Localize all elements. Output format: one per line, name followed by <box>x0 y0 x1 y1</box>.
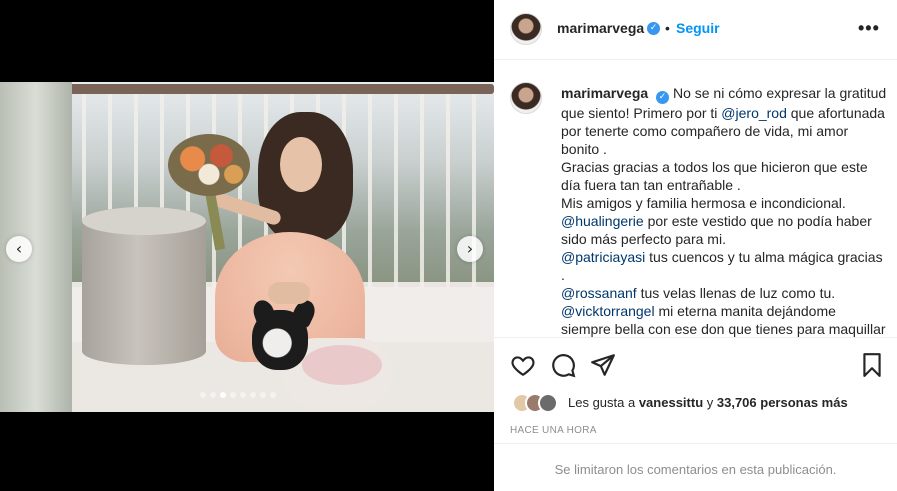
verified-badge-icon: ✓ <box>647 22 660 35</box>
comments-limited-notice: Se limitaron los comentarios en esta pub… <box>494 443 897 491</box>
carousel-dot <box>210 392 216 398</box>
author-avatar[interactable] <box>510 13 542 45</box>
verified-badge-icon: ✓ <box>656 91 670 104</box>
comment-button[interactable] <box>550 352 576 378</box>
likes-prefix: Les gusta a <box>568 395 639 410</box>
caption-text: Gracias gracias a todos los que hicieron… <box>561 159 868 193</box>
chevron-right-icon: › <box>466 239 474 258</box>
likes-conjunction: y <box>703 395 717 410</box>
photo-bouquet <box>168 134 250 196</box>
follow-button[interactable]: Seguir <box>676 20 720 36</box>
carousel-prev-button[interactable]: ‹ <box>6 236 32 262</box>
post-caption: marimarvega ✓ No se ni cómo expresar la … <box>561 84 889 337</box>
photo-balcony-rail <box>55 84 494 94</box>
mention-link[interactable]: @rossananf <box>561 285 637 301</box>
liker-avatars[interactable] <box>512 393 560 413</box>
chevron-left-icon: ‹ <box>15 239 23 258</box>
mention-link[interactable]: @hualingerie <box>561 213 644 229</box>
save-button[interactable] <box>859 352 885 378</box>
caption-author-avatar[interactable] <box>510 82 542 114</box>
more-options-icon[interactable]: ••• <box>858 18 880 39</box>
mention-link[interactable]: @vicktorrangel <box>561 303 655 319</box>
liker-username[interactable]: vanessittu <box>639 395 703 410</box>
author-username[interactable]: marimarvega <box>557 20 644 36</box>
carousel-dot <box>260 392 266 398</box>
comment-icon <box>552 354 576 378</box>
likes-summary: Les gusta a vanessittu y 33,706 personas… <box>494 391 897 415</box>
likes-text: Les gusta a vanessittu y 33,706 personas… <box>568 395 848 410</box>
carousel-dot <box>250 392 256 398</box>
carousel-dot <box>200 392 206 398</box>
caption-text: Mis amigos y familia hermosa e incondici… <box>561 195 846 211</box>
carousel-dot <box>220 392 226 398</box>
paper-plane-icon <box>591 354 615 376</box>
post-actions <box>494 337 897 391</box>
carousel-dot <box>230 392 236 398</box>
bookmark-icon <box>863 353 881 377</box>
carousel-dot <box>240 392 246 398</box>
share-button[interactable] <box>590 352 616 378</box>
carousel-dots <box>200 392 276 398</box>
dog-tutu <box>302 345 382 385</box>
carousel-dot <box>270 392 276 398</box>
heart-icon <box>511 356 535 377</box>
mention-link[interactable]: @patriciayasi <box>561 249 645 265</box>
mention-link[interactable]: @jero_rod <box>721 105 787 121</box>
caption-author-username[interactable]: marimarvega <box>561 85 648 101</box>
liker-avatar <box>538 393 558 413</box>
post-timestamp[interactable]: Hace una hora <box>510 425 597 436</box>
post-photo[interactable] <box>0 82 494 412</box>
caption-area: marimarvega ✓ No se ni cómo expresar la … <box>494 61 897 337</box>
carousel-next-button[interactable]: › <box>457 236 483 262</box>
dog-head <box>252 310 308 370</box>
post-side-panel: marimarvega ✓ • Seguir ••• marimarvega ✓… <box>494 0 897 491</box>
photo-concrete-stool <box>82 207 206 365</box>
likes-count[interactable]: 33,706 personas más <box>717 395 848 410</box>
photo-woman-face <box>280 137 322 192</box>
header-separator: • <box>665 20 670 36</box>
like-button[interactable] <box>510 352 536 378</box>
post-media: ‹ › <box>0 0 494 491</box>
caption-text: tus velas llenas de luz como tu. <box>636 285 836 301</box>
photo-woman-hand <box>268 282 310 304</box>
post-header: marimarvega ✓ • Seguir ••• <box>494 0 897 60</box>
